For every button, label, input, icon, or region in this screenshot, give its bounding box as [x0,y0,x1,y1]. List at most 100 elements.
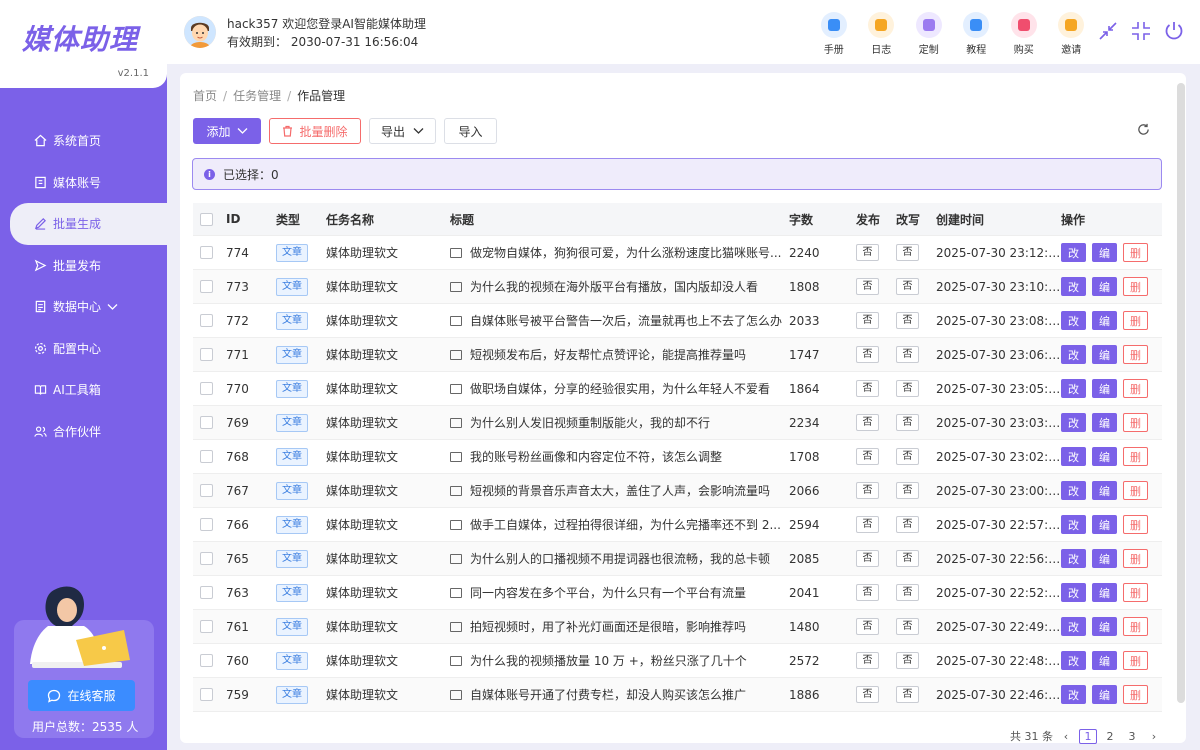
modify-button[interactable]: 改 [1061,481,1086,500]
delete-button[interactable]: 删 [1123,481,1148,500]
publish-status[interactable]: 否 [856,516,879,533]
import-button[interactable]: 导入 [444,118,497,144]
page-2[interactable]: 2 [1101,729,1119,744]
edit-button[interactable]: 编 [1092,651,1117,670]
cell-title[interactable]: 自媒体账号被平台警告一次后，流量就再也上不去了怎么办 [470,312,782,329]
modify-button[interactable]: 改 [1061,311,1086,330]
breadcrumb-task[interactable]: 任务管理 [233,89,281,103]
refresh-icon[interactable] [1137,123,1150,140]
edit-button[interactable]: 编 [1092,617,1117,636]
modify-button[interactable]: 改 [1061,277,1086,296]
cell-title[interactable]: 短视频的背景音乐声音太大，盖住了人声，会影响流量吗 [470,482,770,499]
delete-button[interactable]: 删 [1123,413,1148,432]
rewrite-status[interactable]: 否 [896,652,919,669]
rewrite-status[interactable]: 否 [896,312,919,329]
row-checkbox[interactable] [200,450,213,463]
rewrite-status[interactable]: 否 [896,278,919,295]
page-3[interactable]: 3 [1123,729,1141,744]
sidebar-item-ai-toolbox[interactable]: AI工具箱 [0,369,167,411]
cell-title[interactable]: 为什么别人发旧视频重制版能火，我的却不行 [470,414,710,431]
modify-button[interactable]: 改 [1061,413,1086,432]
edit-button[interactable]: 编 [1092,379,1117,398]
delete-button[interactable]: 删 [1123,447,1148,466]
tool-tutorial[interactable]: 教程 [953,12,1001,56]
publish-status[interactable]: 否 [856,244,879,261]
batch-delete-button[interactable]: 批量删除 [269,118,361,144]
cell-title[interactable]: 做手工自媒体，过程拍得很详细，为什么完播率还不到 2... [470,516,781,533]
edit-button[interactable]: 编 [1092,549,1117,568]
modify-button[interactable]: 改 [1061,685,1086,704]
edit-button[interactable]: 编 [1092,345,1117,364]
sidebar-item-batch-generate[interactable]: 批量生成 [10,203,167,245]
row-checkbox[interactable] [200,416,213,429]
sidebar-item-accounts[interactable]: 媒体账号 [0,162,167,204]
next-page-icon[interactable]: › [1145,729,1163,744]
select-all-checkbox[interactable] [200,212,213,226]
breadcrumb-home[interactable]: 首页 [193,89,217,103]
publish-status[interactable]: 否 [856,380,879,397]
edit-button[interactable]: 编 [1092,447,1117,466]
publish-status[interactable]: 否 [856,550,879,567]
edit-button[interactable]: 编 [1092,583,1117,602]
edit-button[interactable]: 编 [1092,277,1117,296]
publish-status[interactable]: 否 [856,346,879,363]
sidebar-item-batch-publish[interactable]: 批量发布 [0,245,167,287]
scrollbar-thumb[interactable] [1177,83,1185,703]
delete-button[interactable]: 删 [1123,515,1148,534]
publish-status[interactable]: 否 [856,584,879,601]
compress-icon[interactable] [1128,18,1154,44]
row-checkbox[interactable] [200,620,213,633]
edit-button[interactable]: 编 [1092,515,1117,534]
row-checkbox[interactable] [200,586,213,599]
customer-service-button[interactable]: 在线客服 [28,680,135,711]
edit-button[interactable]: 编 [1092,413,1117,432]
page-1[interactable]: 1 [1079,728,1097,744]
cell-title[interactable]: 我的账号粉丝画像和内容定位不符，该怎么调整 [470,448,722,465]
cell-title[interactable]: 同一内容发在多个平台，为什么只有一个平台有流量 [470,584,746,601]
rewrite-status[interactable]: 否 [896,482,919,499]
edit-button[interactable]: 编 [1092,243,1117,262]
cell-title[interactable]: 为什么我的视频在海外版平台有播放，国内版却没人看 [470,278,758,295]
prev-page-icon[interactable]: ‹ [1057,729,1075,744]
delete-button[interactable]: 删 [1123,583,1148,602]
add-button[interactable]: 添加 [193,118,261,144]
row-checkbox[interactable] [200,688,213,701]
row-checkbox[interactable] [200,246,213,259]
cell-title[interactable]: 为什么别人的口播视频不用提词器也很流畅，我的总卡顿 [470,550,770,567]
delete-button[interactable]: 删 [1123,243,1148,262]
rewrite-status[interactable]: 否 [896,618,919,635]
rewrite-status[interactable]: 否 [896,448,919,465]
delete-button[interactable]: 删 [1123,651,1148,670]
edit-button[interactable]: 编 [1092,481,1117,500]
publish-status[interactable]: 否 [856,414,879,431]
modify-button[interactable]: 改 [1061,617,1086,636]
modify-button[interactable]: 改 [1061,447,1086,466]
delete-button[interactable]: 删 [1123,311,1148,330]
rewrite-status[interactable]: 否 [896,584,919,601]
edit-button[interactable]: 编 [1092,685,1117,704]
publish-status[interactable]: 否 [856,652,879,669]
modify-button[interactable]: 改 [1061,651,1086,670]
minimize-icon[interactable] [1095,18,1121,44]
rewrite-status[interactable]: 否 [896,550,919,567]
delete-button[interactable]: 删 [1123,345,1148,364]
modify-button[interactable]: 改 [1061,515,1086,534]
row-checkbox[interactable] [200,348,213,361]
cell-title[interactable]: 做职场自媒体，分享的经验很实用，为什么年轻人不爱看 [470,380,770,397]
modify-button[interactable]: 改 [1061,549,1086,568]
sidebar-item-config[interactable]: 配置中心 [0,328,167,370]
row-checkbox[interactable] [200,484,213,497]
modify-button[interactable]: 改 [1061,345,1086,364]
publish-status[interactable]: 否 [856,448,879,465]
sidebar-item-home[interactable]: 系统首页 [0,120,167,162]
cell-title[interactable]: 短视频发布后，好友帮忙点赞评论，能提高推荐量吗 [470,346,746,363]
avatar[interactable] [184,16,216,48]
row-checkbox[interactable] [200,552,213,565]
delete-button[interactable]: 删 [1123,685,1148,704]
publish-status[interactable]: 否 [856,482,879,499]
row-checkbox[interactable] [200,654,213,667]
delete-button[interactable]: 删 [1123,617,1148,636]
sidebar-item-partners[interactable]: 合作伙伴 [0,411,167,453]
publish-status[interactable]: 否 [856,686,879,703]
delete-button[interactable]: 删 [1123,277,1148,296]
